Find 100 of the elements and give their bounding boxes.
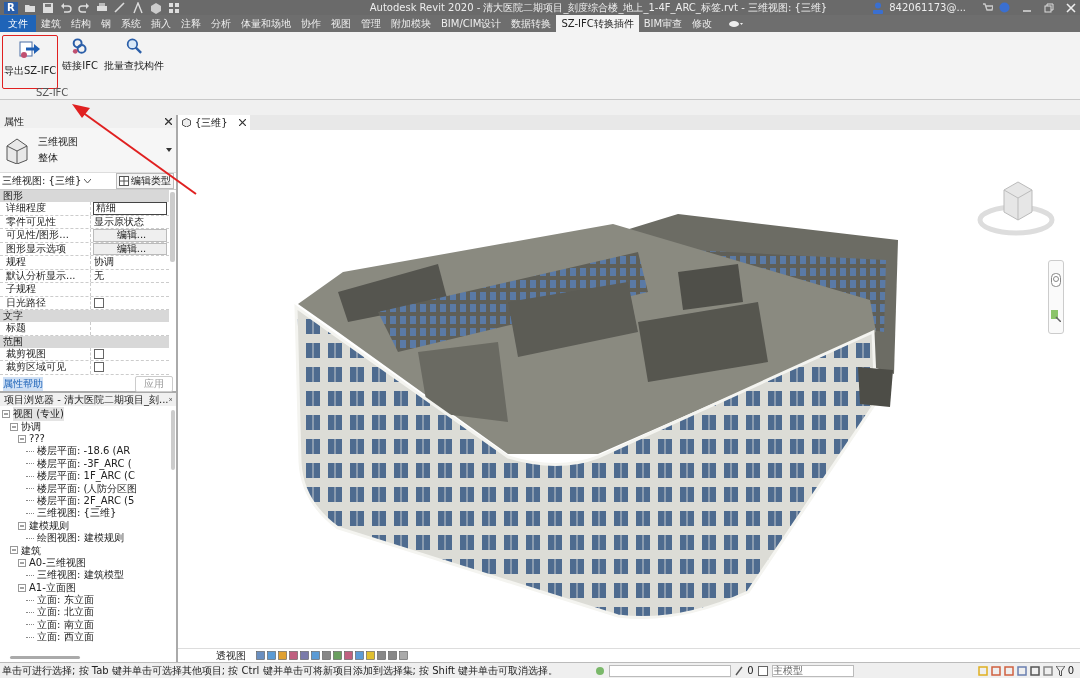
selection-option-icon[interactable] xyxy=(1029,665,1040,676)
tree-item[interactable]: ??? xyxy=(29,433,45,445)
checkbox[interactable] xyxy=(94,297,104,308)
ribbon-button[interactable]: 导出SZ-IFC xyxy=(2,35,59,89)
tree-item[interactable]: 楼层平面: 1F_ARC (C xyxy=(37,469,135,484)
ribbon-button[interactable]: 链接IFC xyxy=(60,35,100,75)
zoom-region-icon[interactable] xyxy=(1051,309,1061,322)
tree-item[interactable]: 协调 xyxy=(21,419,41,434)
model-dropdown[interactable]: 主模型 xyxy=(771,664,854,677)
tree-item[interactable]: 建模规则 xyxy=(29,518,69,533)
ribbon-tab[interactable]: BIM审查 xyxy=(638,15,688,32)
selection-option-icon[interactable] xyxy=(990,665,1001,676)
property-value: 显示原状态 xyxy=(93,215,145,228)
edit-request-icon[interactable] xyxy=(735,665,744,676)
workset-field[interactable] xyxy=(609,664,732,677)
app-logo[interactable]: R xyxy=(4,1,18,14)
group-header[interactable]: 图形 xyxy=(0,190,169,202)
property-value: 协调 xyxy=(93,256,115,269)
tree-item[interactable]: 三维视图: {三维} xyxy=(37,506,117,521)
ribbon-tab[interactable]: 管理 xyxy=(356,15,386,32)
save-icon[interactable] xyxy=(41,1,54,14)
view-tab[interactable]: {三维} xyxy=(178,115,250,130)
restore-icon[interactable] xyxy=(1044,2,1054,13)
selection-option-icon[interactable] xyxy=(1042,665,1053,676)
ribbon-tab[interactable]: 结构 xyxy=(66,15,96,32)
collapse-icon[interactable] xyxy=(10,422,18,431)
measure-icon[interactable] xyxy=(113,1,126,14)
tree-item[interactable]: 三维视图: 建筑模型 xyxy=(37,568,124,583)
type-subname: 整体 xyxy=(38,151,59,165)
design-options-icon[interactable] xyxy=(757,665,768,676)
wheel-icon[interactable] xyxy=(1051,272,1061,287)
ribbon-tab[interactable]: 协作 xyxy=(296,15,326,32)
selection-option-icon[interactable] xyxy=(1016,665,1027,676)
ribbon-tab[interactable]: 注释 xyxy=(176,15,206,32)
collapse-icon[interactable] xyxy=(10,546,18,555)
ribbon-tab[interactable]: 建筑 xyxy=(36,15,66,32)
tree-item[interactable]: A1-立面图 xyxy=(29,580,76,595)
group-header[interactable]: 文字 xyxy=(0,310,169,322)
ribbon-tab[interactable]: 数据转换 xyxy=(506,15,557,32)
ribbon-tab[interactable]: 修改 xyxy=(687,15,718,32)
filter-icon[interactable] xyxy=(1055,665,1065,676)
property-label: 零件可见性 xyxy=(0,215,91,228)
tree-item[interactable]: 楼层平面: -3F_ARC ( xyxy=(37,456,132,471)
windows-icon[interactable] xyxy=(167,1,180,14)
tree-item[interactable]: 楼层平面: 2F_ARC (5 xyxy=(37,493,135,508)
scrollbar[interactable] xyxy=(171,410,175,470)
ribbon-tab[interactable]: 插入 xyxy=(146,15,176,32)
workset-icon[interactable] xyxy=(595,665,606,676)
tree-item[interactable]: A0-三维视图 xyxy=(29,555,86,570)
close-icon xyxy=(239,119,246,126)
tree-item[interactable]: 楼层平面: (人防分区图 xyxy=(37,481,138,496)
ribbon-tab[interactable]: BIM/CIM设计 xyxy=(436,15,507,32)
filter-count: 0 xyxy=(1067,665,1074,676)
edit-button[interactable]: 编辑... xyxy=(93,242,167,255)
redo-icon[interactable] xyxy=(77,1,90,14)
chevron-down-icon xyxy=(84,178,92,184)
selection-option-icon[interactable] xyxy=(1003,665,1014,676)
collapse-icon[interactable] xyxy=(18,434,26,443)
property-label: 裁剪区域可见 xyxy=(0,361,91,374)
view-toggle-icon[interactable] xyxy=(729,19,744,28)
ribbon-tab[interactable]: SZ-IFC转换插件 xyxy=(556,15,639,32)
ribbon-tab[interactable]: 附加模块 xyxy=(386,15,436,32)
view-control-label[interactable]: 透视图 xyxy=(216,648,246,663)
undo-icon[interactable] xyxy=(59,1,72,14)
tree-item[interactable]: 绘图视图: 建模规则 xyxy=(37,531,124,546)
tree-item[interactable]: 建筑 xyxy=(21,543,41,558)
building-model-drawing[interactable] xyxy=(294,214,898,620)
ribbon-tab[interactable]: 体量和场地 xyxy=(236,15,296,32)
tree-item[interactable]: 立面: 南立面 xyxy=(37,617,94,632)
tree-item[interactable]: 立面: 北立面 xyxy=(37,605,94,620)
help-link[interactable]: 属性帮助 xyxy=(3,376,43,391)
ribbon-tab[interactable]: 分析 xyxy=(206,15,236,32)
collapse-icon[interactable] xyxy=(2,410,10,419)
type-selector[interactable]: 三维视图 整体 xyxy=(0,128,176,173)
printer-icon[interactable] xyxy=(95,1,108,14)
checkbox[interactable] xyxy=(94,348,104,359)
panel-title: 项目浏览器 - 清大医院二期项目_刻... xyxy=(4,392,169,407)
ribbon-tab[interactable]: 文件 xyxy=(0,15,36,32)
checkbox[interactable] xyxy=(94,362,104,373)
navigation-bar[interactable] xyxy=(1048,260,1064,334)
property-field[interactable]: 精细 xyxy=(93,202,167,215)
edit-type-button[interactable]: 编辑类型 xyxy=(116,173,174,189)
ribbon-tab[interactable]: 钢 xyxy=(96,15,116,32)
ribbon-button[interactable]: 批量查找构件 xyxy=(102,35,166,75)
collapse-icon[interactable] xyxy=(18,521,26,530)
collapse-icon[interactable] xyxy=(18,583,26,592)
view-dropdown[interactable]: 三维视图: {三维} xyxy=(2,174,92,188)
scrollbar[interactable] xyxy=(10,656,80,659)
collapse-icon[interactable] xyxy=(18,558,26,567)
cart-icon[interactable] xyxy=(982,2,993,13)
tree-item[interactable]: 楼层平面: -18.6 (AR xyxy=(37,444,131,459)
user-name[interactable]: 842061173@... xyxy=(889,2,966,13)
close-icon[interactable] xyxy=(165,118,172,125)
group-header[interactable]: 范围 xyxy=(0,335,169,348)
ribbon-tab[interactable]: 视图 xyxy=(326,15,356,32)
tree-item[interactable]: 视图 (专业) xyxy=(13,407,64,422)
edit-button[interactable]: 编辑... xyxy=(93,229,167,242)
tree-item[interactable]: 立面: 西立面 xyxy=(37,630,94,645)
ribbon-tab[interactable]: 系统 xyxy=(116,15,146,32)
scrollbar[interactable] xyxy=(170,192,175,262)
